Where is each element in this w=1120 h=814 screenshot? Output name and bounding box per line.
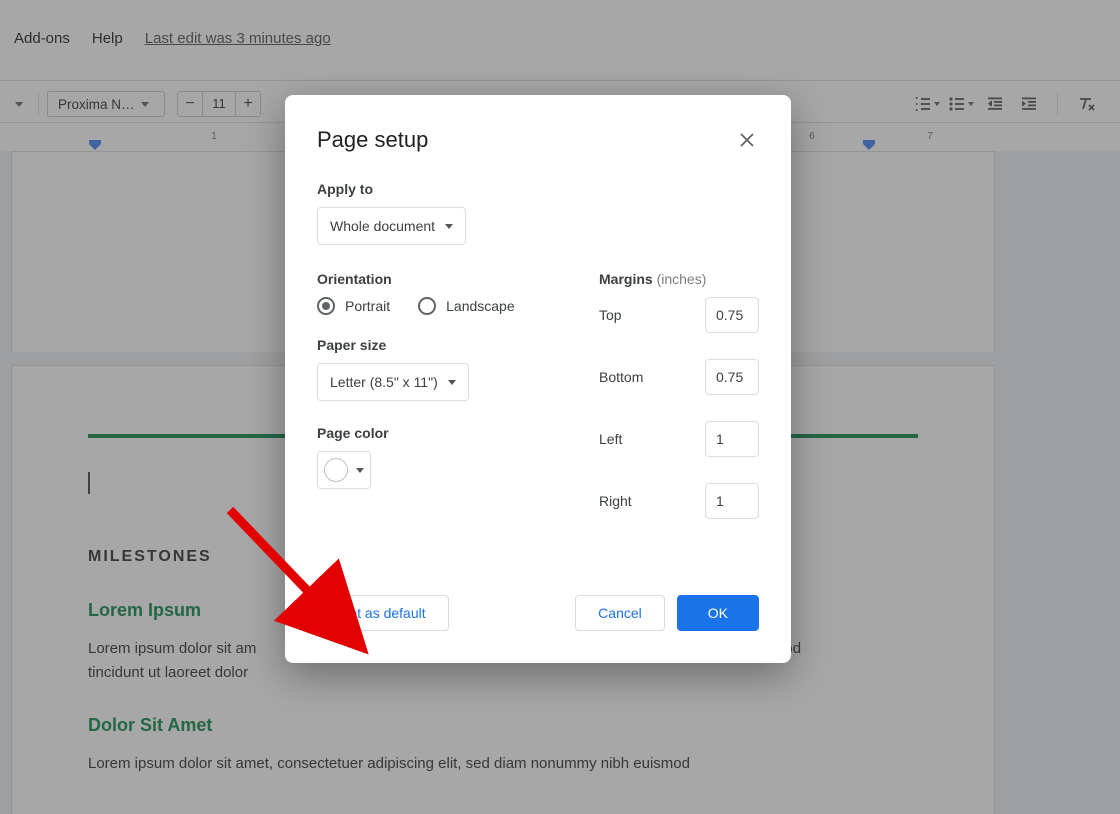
margin-top-label: Top xyxy=(599,307,622,323)
orientation-portrait-radio[interactable]: Portrait xyxy=(317,297,390,315)
margin-bottom-input[interactable] xyxy=(705,359,759,395)
cancel-button[interactable]: Cancel xyxy=(575,595,665,631)
margin-left-label: Left xyxy=(599,431,622,447)
margins-label: Margins (inches) xyxy=(599,271,759,287)
radio-selected-icon xyxy=(317,297,335,315)
margin-right-label: Right xyxy=(599,493,632,509)
apply-to-value: Whole document xyxy=(330,218,435,234)
color-swatch xyxy=(324,458,348,482)
chevron-down-icon xyxy=(445,224,453,229)
page-color-select[interactable] xyxy=(317,451,371,489)
chevron-down-icon xyxy=(356,468,364,473)
margin-right-input[interactable] xyxy=(705,483,759,519)
chevron-down-icon xyxy=(448,380,456,385)
orientation-portrait-label: Portrait xyxy=(345,298,390,314)
paper-size-label: Paper size xyxy=(317,337,579,353)
margin-bottom-label: Bottom xyxy=(599,369,643,385)
orientation-landscape-radio[interactable]: Landscape xyxy=(418,297,515,315)
margin-left-input[interactable] xyxy=(705,421,759,457)
page-setup-dialog: Page setup Apply to Whole document Orien… xyxy=(285,95,791,663)
orientation-label: Orientation xyxy=(317,271,579,287)
orientation-landscape-label: Landscape xyxy=(446,298,515,314)
page-color-label: Page color xyxy=(317,425,579,441)
paper-size-value: Letter (8.5" x 11") xyxy=(330,374,438,390)
close-icon[interactable] xyxy=(735,128,759,152)
radio-unselected-icon xyxy=(418,297,436,315)
dialog-title: Page setup xyxy=(317,127,428,153)
ok-button[interactable]: OK xyxy=(677,595,759,631)
margin-top-input[interactable] xyxy=(705,297,759,333)
apply-to-select[interactable]: Whole document xyxy=(317,207,466,245)
apply-to-label: Apply to xyxy=(317,181,759,197)
paper-size-select[interactable]: Letter (8.5" x 11") xyxy=(317,363,469,401)
set-as-default-button[interactable]: Set as default xyxy=(317,595,449,631)
